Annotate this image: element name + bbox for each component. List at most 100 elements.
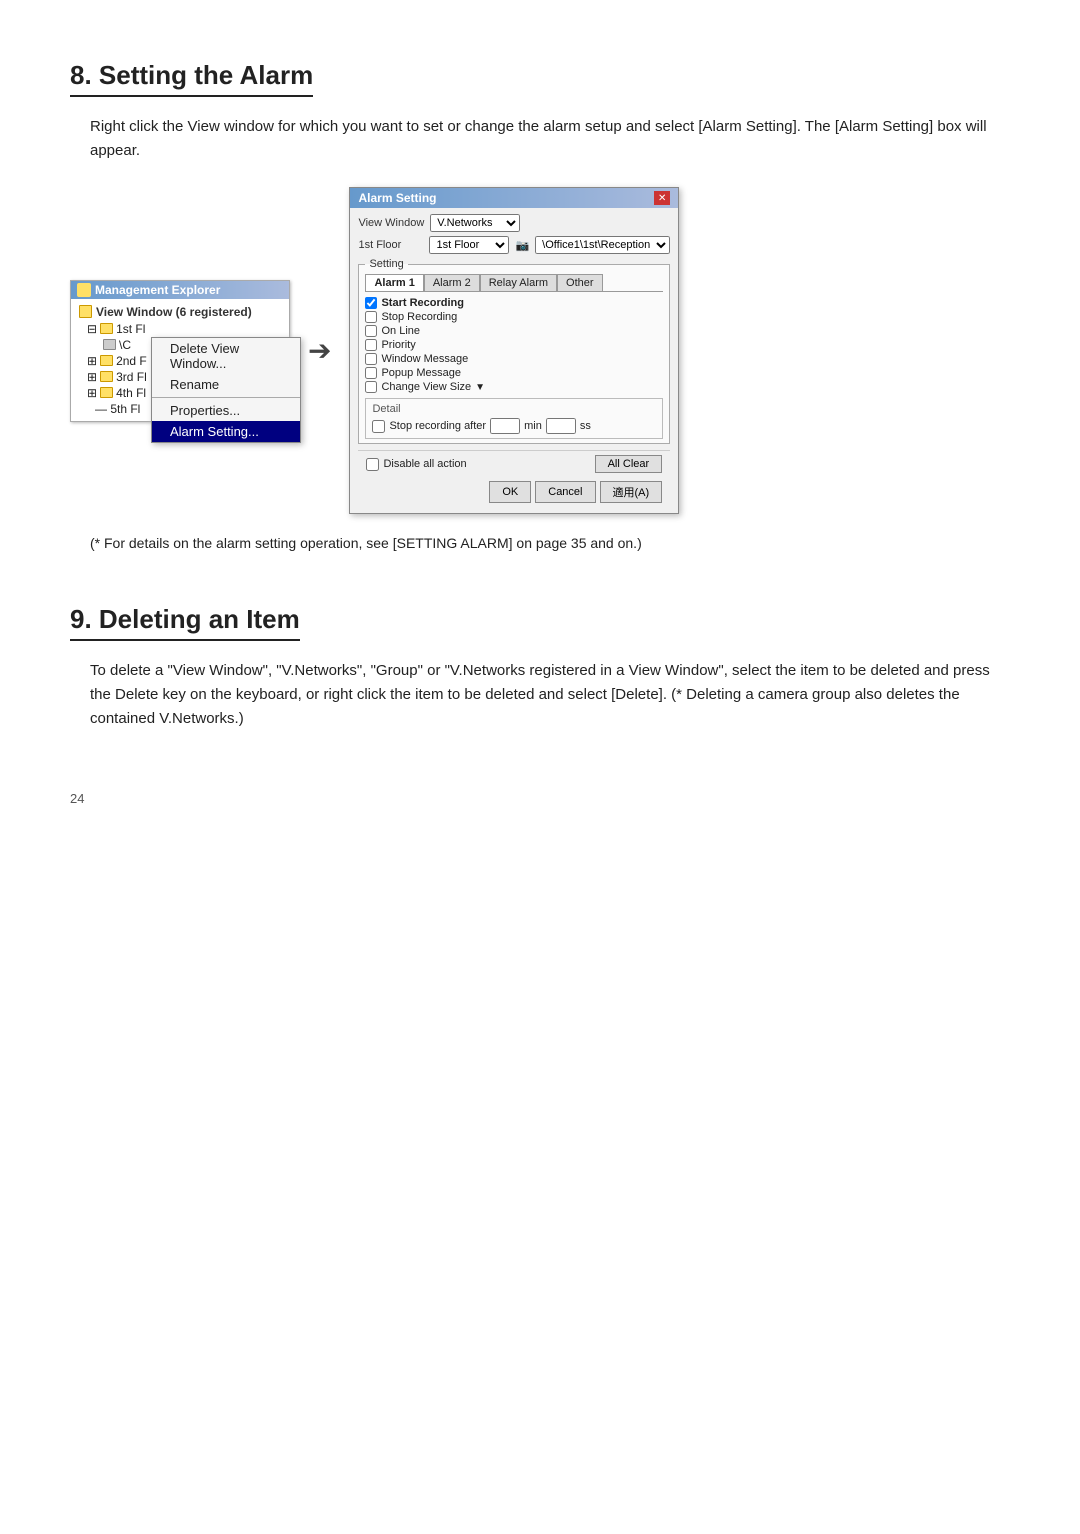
tree-label-c: \C [119,338,131,352]
folder-icon-4th [100,387,113,398]
folder-icon-2nd [100,355,113,366]
tree-label-3rd: 3rd Fl [116,370,147,384]
tab-alarm2[interactable]: Alarm 2 [424,274,480,291]
context-divider [152,397,300,398]
subtitle-icon [79,305,92,318]
floor-label: 1st Floor [358,239,423,251]
alarm-dialog-titlebar: Alarm Setting ✕ [350,188,678,208]
folder-icon-1st [100,323,113,334]
subtitle-text: View Window (6 registered) [96,305,252,319]
checkbox-popup-message: Popup Message [365,366,663,380]
apply-button[interactable]: 適用(A) [600,481,663,503]
mgmt-explorer-subtitle: View Window (6 registered) [71,303,289,321]
section-8-note: (* For details on the alarm setting oper… [90,532,1010,554]
tree-label-1st: 1st Fl [116,322,145,336]
tree-item-1st: ⊟ 1st Fl [71,321,289,337]
alarm-setting-dialog: Alarm Setting ✕ View Window V.Networks 1… [349,187,679,514]
checkbox-window-message-input[interactable] [365,353,377,365]
alarm-tabs-bar: Alarm 1 Alarm 2 Relay Alarm Other [365,274,663,292]
checkbox-priority-label: Priority [381,339,415,351]
checkbox-on-line: On Line [365,324,663,338]
checkbox-stop-recording-label: Stop Recording [381,311,457,323]
arrow-icon: ➔ [308,334,331,367]
disable-all-action-row: Disable all action [366,458,466,471]
checkbox-start-recording-input[interactable] [365,297,377,309]
checkbox-start-recording: Start Recording [365,296,663,310]
checkbox-change-view-size-input[interactable] [365,381,377,393]
tree-plus-3: ⊞ [87,370,97,384]
context-alarm-setting[interactable]: Alarm Setting... [152,421,300,442]
view-window-select[interactable]: V.Networks [430,214,520,232]
detail-section: Detail Stop recording after min ss [365,398,663,439]
sec-label: ss [580,420,591,432]
section-9-body: To delete a "View Window", "V.Networks",… [90,659,1010,731]
tree-label-4th: 4th Fl [116,386,146,400]
view-window-row: View Window V.Networks [358,214,670,232]
section-8-note-text: (* For details on the alarm setting oper… [90,535,642,551]
checkbox-window-message: Window Message [365,352,663,366]
checkbox-on-line-input[interactable] [365,325,377,337]
stop-recording-after-checkbox[interactable] [372,420,385,433]
cancel-button[interactable]: Cancel [535,481,595,503]
context-properties[interactable]: Properties... [152,400,300,421]
tree-minus: ⊟ [87,322,97,336]
tree-cam-icon [103,339,116,350]
dialog-ok-cancel-row: OK Cancel 適用(A) [358,477,670,507]
tree-plus-4: ⊞ [87,386,97,400]
checkbox-popup-message-input[interactable] [365,367,377,379]
path-select[interactable]: \Office1\1st\Reception [535,236,670,254]
detail-legend: Detail [372,403,656,415]
stop-recording-min-input[interactable] [490,418,520,434]
setting-legend: Setting [365,258,407,270]
checkbox-window-message-label: Window Message [381,353,468,365]
tree-label-2nd: 2nd F [116,354,147,368]
checkbox-change-view-size-label: Change View Size [381,381,471,393]
tab-relay-alarm[interactable]: Relay Alarm [480,274,557,291]
section-8: 8. Setting the Alarm Right click the Vie… [70,60,1010,554]
view-window-label: View Window [358,217,424,229]
screenshots-area: Management Explorer View Window (6 regis… [70,187,1010,514]
mgmt-explorer-icon [77,283,91,297]
checkbox-priority: Priority [365,338,663,352]
change-view-size-dropdown-icon: ▼ [475,382,485,393]
tab-alarm1[interactable]: Alarm 1 [365,274,423,291]
alarm-dialog-footer: Disable all action All Clear [358,450,670,477]
section-8-heading: 8. Setting the Alarm [70,60,313,97]
floor-row: 1st Floor 1st Floor 📷 \Office1\1st\Recep… [358,236,670,254]
tree-plus-2: ⊞ [87,354,97,368]
tab-other[interactable]: Other [557,274,603,291]
stop-recording-sec-input[interactable] [546,418,576,434]
checkbox-start-recording-label: Start Recording [381,297,464,309]
disable-all-action-checkbox[interactable] [366,458,379,471]
checkbox-on-line-label: On Line [381,325,420,337]
checkbox-priority-input[interactable] [365,339,377,351]
floor-select[interactable]: 1st Floor [429,236,509,254]
mgmt-explorer-titlebar: Management Explorer [71,281,289,299]
mgmt-explorer-title: Management Explorer [95,283,220,297]
dialog-buttons: All Clear [595,455,663,473]
section-9-heading: 9. Deleting an Item [70,604,300,641]
alarm-dialog-title-text: Alarm Setting [358,191,436,205]
tree-label-5th: — 5th Fl [95,402,140,416]
path-icon: 📷 [515,239,529,252]
context-menu: Delete View Window... Rename Properties.… [151,337,301,443]
context-rename[interactable]: Rename [152,374,300,395]
checkbox-change-view-size: Change View Size ▼ [365,380,663,394]
stop-recording-after-label: Stop recording after [389,420,486,432]
page-number: 24 [70,791,1010,806]
management-explorer-window: Management Explorer View Window (6 regis… [70,280,290,422]
alarm-dialog-body: View Window V.Networks 1st Floor 1st Flo… [350,208,678,513]
checkbox-stop-recording-input[interactable] [365,311,377,323]
ok-button[interactable]: OK [489,481,531,503]
folder-icon-3rd [100,371,113,382]
context-delete[interactable]: Delete View Window... [152,338,300,374]
checkbox-popup-message-label: Popup Message [381,367,461,379]
checkbox-stop-recording: Stop Recording [365,310,663,324]
setting-group: Setting Alarm 1 Alarm 2 Relay Alarm Othe… [358,258,670,444]
stop-recording-row: Stop recording after min ss [372,418,656,434]
all-clear-button[interactable]: All Clear [595,455,663,473]
section-8-body: Right click the View window for which yo… [90,115,1010,163]
disable-all-action-label: Disable all action [383,458,466,470]
section-9: 9. Deleting an Item To delete a "View Wi… [70,604,1010,731]
alarm-dialog-close-button[interactable]: ✕ [654,191,670,205]
